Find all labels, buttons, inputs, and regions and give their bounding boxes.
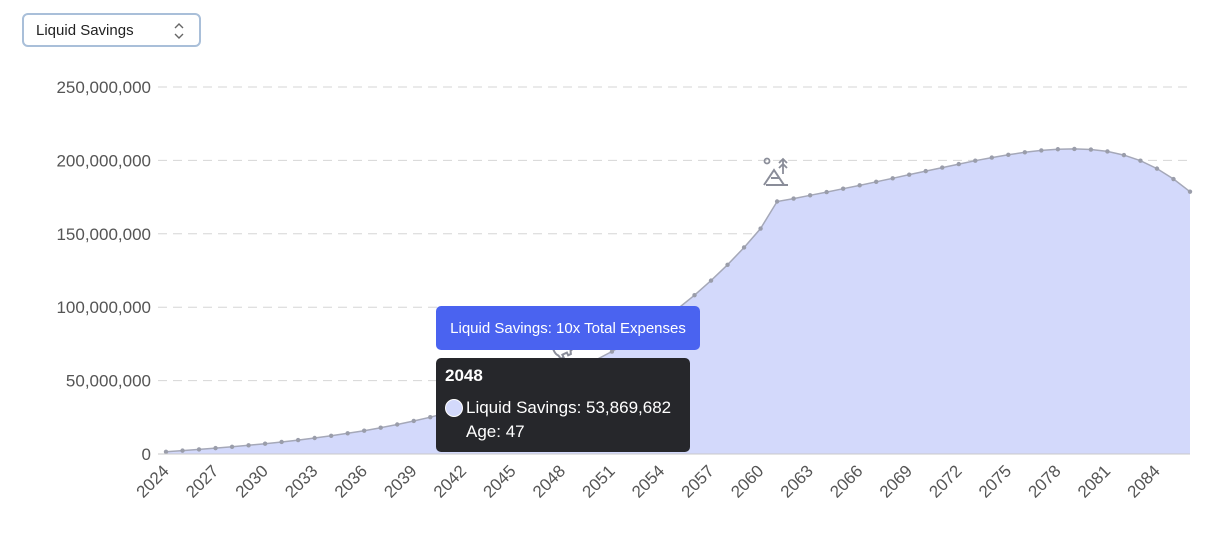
data-point[interactable] <box>873 179 879 185</box>
data-point[interactable] <box>890 176 895 181</box>
x-tick-label: 2027 <box>182 461 222 501</box>
data-point[interactable] <box>213 445 218 451</box>
data-point[interactable] <box>1022 150 1028 155</box>
data-point[interactable] <box>295 437 301 443</box>
y-tick-label: 100,000,000 <box>56 298 151 317</box>
data-point[interactable] <box>923 168 928 174</box>
tooltip-series-value: Liquid Savings: 53,869,682 <box>466 398 672 417</box>
x-tick-label: 2078 <box>1025 461 1065 501</box>
y-tick-label: 0 <box>142 445 151 464</box>
x-tick-label: 2066 <box>826 461 866 501</box>
data-point[interactable] <box>1055 147 1061 152</box>
y-tick-label: 250,000,000 <box>56 78 151 97</box>
x-tick-label: 2042 <box>430 461 470 501</box>
data-point[interactable] <box>840 186 846 191</box>
x-axis-ticks: 2024 2027 2030 2033 2036 2039 2042 2045 2048 2051… <box>133 461 1164 501</box>
data-point[interactable] <box>1006 152 1011 158</box>
data-point[interactable] <box>328 433 334 438</box>
data-point[interactable] <box>989 155 995 160</box>
data-point[interactable] <box>1072 146 1077 152</box>
x-tick-label: 2057 <box>678 461 718 501</box>
data-point[interactable] <box>1171 176 1176 182</box>
data-point[interactable] <box>411 418 416 424</box>
x-tick-label: 2036 <box>331 461 371 501</box>
data-point[interactable] <box>774 199 780 204</box>
data-point[interactable] <box>857 183 862 188</box>
x-tick-label: 2048 <box>529 461 569 501</box>
liquid-savings-chart: 0 50,000,000 100,000,000 150,000,000 200,000… <box>56 78 1193 502</box>
data-point[interactable] <box>1121 152 1127 158</box>
tooltip-age: Age: 47 <box>466 422 525 441</box>
data-point[interactable] <box>940 165 945 170</box>
data-point[interactable] <box>428 414 433 420</box>
series-swatch <box>445 399 463 417</box>
x-tick-label: 2084 <box>1124 461 1164 501</box>
data-point[interactable] <box>361 428 367 433</box>
x-tick-label: 2081 <box>1074 461 1114 501</box>
data-point[interactable] <box>312 435 317 441</box>
data-point[interactable] <box>956 161 961 167</box>
data-point[interactable] <box>1154 166 1160 171</box>
data-point[interactable] <box>725 262 730 267</box>
data-point[interactable] <box>824 189 829 195</box>
data-point[interactable] <box>246 443 251 448</box>
data-point[interactable] <box>1088 147 1094 152</box>
y-axis-ticks: 0 50,000,000 100,000,000 150,000,000 200,000… <box>56 78 151 464</box>
data-point[interactable] <box>345 431 350 436</box>
x-tick-label: 2039 <box>380 461 420 501</box>
x-tick-label: 2063 <box>777 461 817 501</box>
x-tick-label: 2075 <box>975 461 1015 501</box>
data-point[interactable] <box>708 278 714 283</box>
data-point[interactable] <box>1105 149 1110 154</box>
data-point[interactable] <box>279 439 284 445</box>
y-tick-label: 200,000,000 <box>56 151 151 170</box>
data-point[interactable] <box>163 449 169 454</box>
data-point[interactable] <box>395 422 400 427</box>
data-point[interactable] <box>196 447 202 452</box>
data-point[interactable] <box>1039 148 1044 153</box>
data-point[interactable] <box>741 245 747 250</box>
data-point[interactable] <box>378 425 383 430</box>
data-point[interactable] <box>1138 158 1143 163</box>
x-tick-label: 2024 <box>133 461 173 501</box>
data-point[interactable] <box>973 158 978 163</box>
x-tick-label: 2054 <box>628 461 668 501</box>
milestone-banner: Liquid Savings: 10x Total Expenses <box>436 306 700 350</box>
milestone-banner-text: Liquid Savings: 10x Total Expenses <box>450 319 686 337</box>
data-point[interactable] <box>262 441 268 446</box>
data-point[interactable] <box>758 226 763 231</box>
x-tick-label: 2045 <box>479 461 519 501</box>
tooltip-year: 2048 <box>445 366 483 385</box>
x-tick-label: 2051 <box>579 461 619 501</box>
x-tick-label: 2060 <box>727 461 767 501</box>
data-point[interactable] <box>907 172 912 177</box>
data-point[interactable] <box>1187 189 1193 194</box>
x-tick-label: 2030 <box>232 461 272 501</box>
x-tick-label: 2072 <box>925 461 965 501</box>
x-tick-label: 2033 <box>281 461 321 501</box>
data-point[interactable] <box>791 196 796 201</box>
y-tick-label: 150,000,000 <box>56 225 151 244</box>
data-point[interactable] <box>180 448 185 453</box>
retirement-beach-icon <box>763 157 788 186</box>
y-tick-label: 50,000,000 <box>66 372 151 391</box>
data-point[interactable] <box>692 292 697 298</box>
data-point[interactable] <box>229 444 235 450</box>
data-tooltip: 2048 Liquid Savings: 53,869,682 Age: 47 <box>436 358 690 452</box>
data-point[interactable] <box>807 193 813 198</box>
x-tick-label: 2069 <box>876 461 916 501</box>
